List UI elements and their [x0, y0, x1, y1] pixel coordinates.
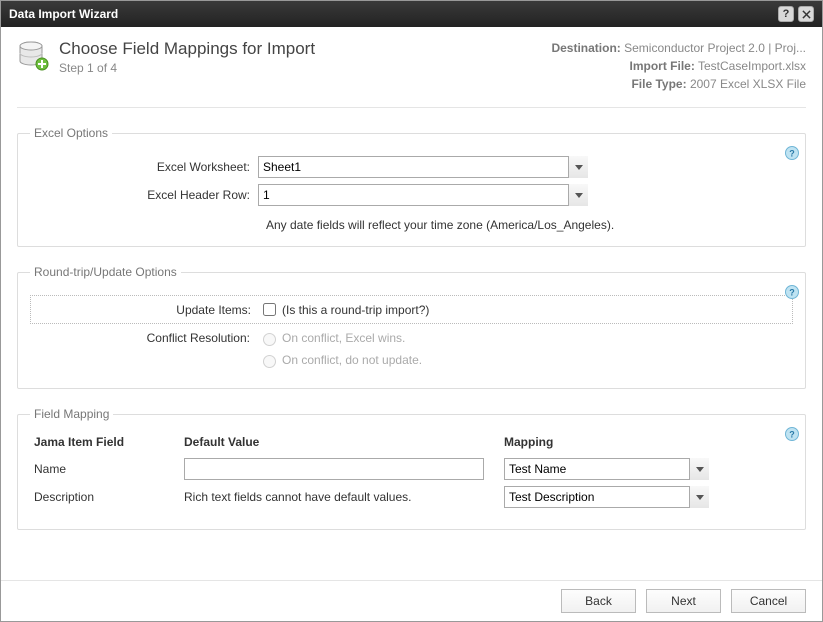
svg-text:?: ? — [789, 288, 795, 298]
worksheet-label: Excel Worksheet: — [30, 160, 258, 174]
headerrow-label: Excel Header Row: — [30, 188, 258, 202]
divider — [17, 107, 806, 108]
update-items-label: Update Items: — [31, 303, 259, 317]
roundtrip-legend: Round-trip/Update Options — [30, 265, 181, 279]
filetype-value: 2007 Excel XLSX File — [690, 77, 806, 91]
conflict-radio-do-not-update — [263, 355, 276, 368]
destination-value: Semiconductor Project 2.0 | Proj... — [624, 41, 806, 55]
fm-field-name: Name — [34, 462, 184, 476]
conflict-opt2: On conflict, do not update. — [282, 353, 422, 367]
database-import-icon — [17, 39, 49, 71]
fm-col-jama: Jama Item Field — [34, 435, 184, 449]
table-row: Description Rich text fields cannot have… — [30, 483, 793, 511]
help-icon[interactable]: ? — [785, 285, 799, 299]
fm-col-default: Default Value — [184, 435, 504, 449]
wizard-window: Data Import Wizard ? Choose Field Mapp — [0, 0, 823, 622]
rich-text-note: Rich text fields cannot have default val… — [184, 490, 504, 504]
update-items-checkbox[interactable] — [263, 303, 276, 316]
filetype-label: File Type: — [631, 77, 686, 91]
help-icon[interactable]: ? — [785, 427, 799, 441]
conflict-radio-excel-wins — [263, 333, 276, 346]
excel-options-legend: Excel Options — [30, 126, 112, 140]
conflict-label: Conflict Resolution: — [30, 331, 258, 345]
mapping-select[interactable]: Test Description — [504, 486, 709, 508]
wizard-content: Choose Field Mappings for Import Step 1 … — [1, 27, 822, 580]
default-value-input[interactable] — [184, 458, 484, 480]
field-mapping-legend: Field Mapping — [30, 407, 113, 421]
wizard-footer: Back Next Cancel — [1, 580, 822, 621]
table-row: Name Test Name — [30, 455, 793, 483]
fm-field-name: Description — [34, 490, 184, 504]
importfile-value: TestCaseImport.xlsx — [698, 59, 806, 73]
mapping-select[interactable]: Test Name — [504, 458, 709, 480]
close-button[interactable] — [798, 6, 814, 22]
field-mapping-group: Field Mapping ? Jama Item Field Default … — [17, 407, 806, 530]
headerrow-select[interactable]: 1 — [258, 184, 588, 206]
title-bar: Data Import Wizard ? — [1, 1, 822, 27]
help-icon[interactable]: ? — [785, 146, 799, 160]
back-button[interactable]: Back — [561, 589, 636, 613]
svg-text:?: ? — [789, 149, 795, 159]
next-button[interactable]: Next — [646, 589, 721, 613]
cancel-button[interactable]: Cancel — [731, 589, 806, 613]
fm-col-mapping: Mapping — [504, 435, 714, 449]
conflict-opt1: On conflict, Excel wins. — [282, 331, 405, 345]
excel-options-group: Excel Options ? Excel Worksheet: Sheet1 … — [17, 126, 806, 247]
svg-text:?: ? — [789, 430, 795, 440]
roundtrip-options-group: Round-trip/Update Options ? Update Items… — [17, 265, 806, 389]
worksheet-select[interactable]: Sheet1 — [258, 156, 588, 178]
page-title: Choose Field Mappings for Import — [59, 39, 315, 59]
timezone-note: Any date fields will reflect your time z… — [266, 212, 793, 232]
import-summary: Destination: Semiconductor Project 2.0 |… — [551, 39, 806, 93]
step-indicator: Step 1 of 4 — [59, 61, 315, 75]
importfile-label: Import File: — [630, 59, 695, 73]
window-title: Data Import Wizard — [9, 7, 118, 21]
update-items-question: (Is this a round-trip import?) — [282, 303, 429, 317]
help-button[interactable]: ? — [778, 6, 794, 22]
destination-label: Destination: — [551, 41, 620, 55]
